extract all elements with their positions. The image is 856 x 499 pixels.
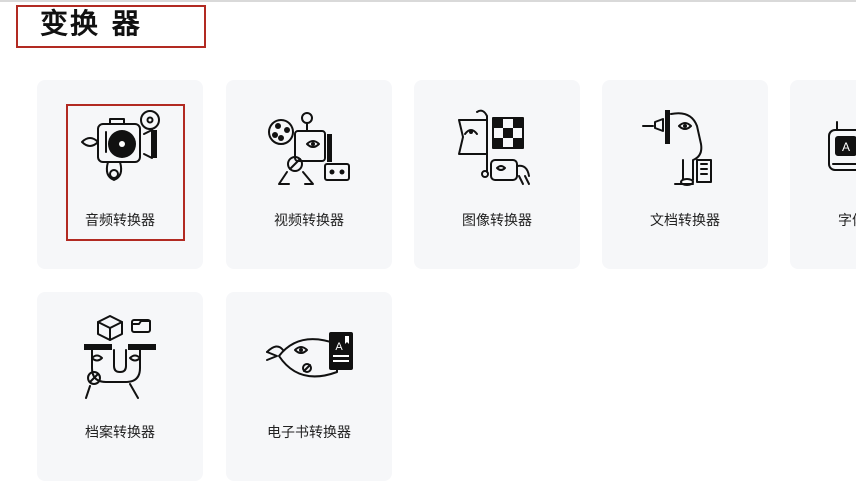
image-converter-card[interactable]: 图像转换器 [414,80,580,269]
archive-converter-card[interactable]: 档案转换器 [37,292,203,481]
video-converter-label: 视频转换器 [274,213,344,229]
ebook-converter-card[interactable]: A 电子书转换器 [226,292,392,481]
font-converter-card[interactable]: A 字体转换器 [790,80,856,269]
video-converter-icon [268,112,350,185]
document-converter-card[interactable]: 文档转换器 [602,80,768,269]
page-title: 变换 器 [16,5,206,48]
image-converter-icon [458,109,530,185]
archive-converter-label: 档案转换器 [85,425,155,441]
svg-text:A: A [842,140,850,154]
converters-page: 变换 器 音频转换器 视频转换器 图像转换器 文档转换器 A 字 档案转换器 A… [0,0,856,499]
video-converter-card[interactable]: 视频转换器 [226,80,392,269]
font-converter-label: 字体转换器 [838,213,856,229]
image-converter-label: 图像转换器 [462,213,532,229]
ebook-converter-icon: A [266,332,353,378]
ebook-converter-label: 电子书转换器 [267,425,351,441]
svg-text:A: A [335,341,343,353]
archive-converter-icon [84,315,156,399]
font-converter-icon: A [828,121,856,171]
document-converter-label: 文档转换器 [650,213,720,229]
top-divider [0,0,856,2]
document-converter-icon [642,110,712,186]
audio-converter-label: 音频转换器 [85,213,155,229]
audio-converter-card[interactable]: 音频转换器 [37,80,203,269]
audio-converter-icon [81,110,160,181]
